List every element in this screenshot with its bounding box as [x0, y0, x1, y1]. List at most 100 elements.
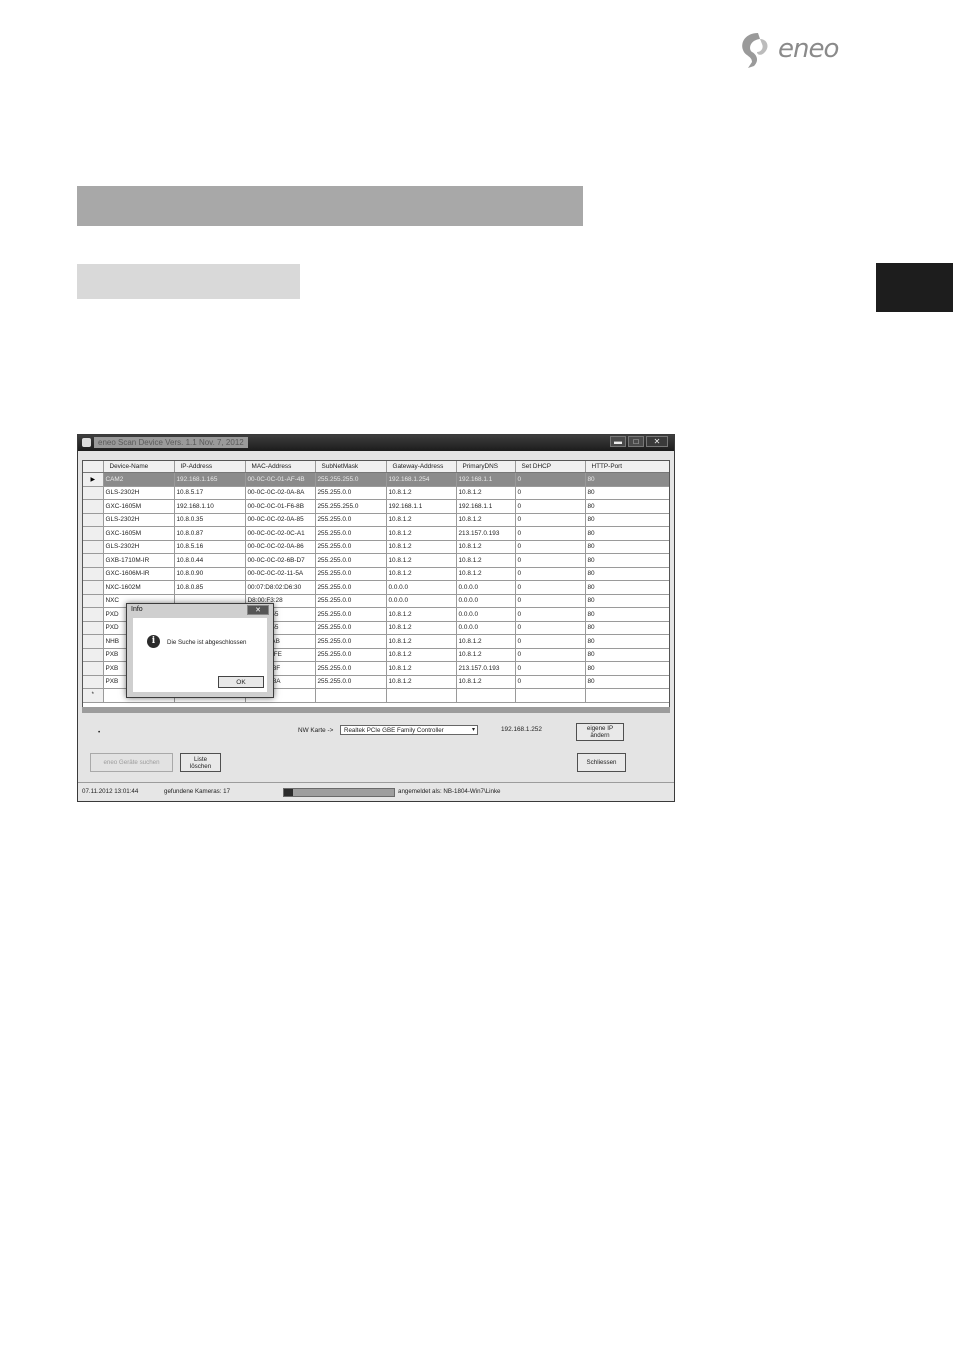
- table-cell[interactable]: 80: [585, 607, 669, 622]
- table-cell[interactable]: 0: [515, 486, 586, 500]
- dialog-ok-button[interactable]: OK: [218, 676, 264, 688]
- table-cell[interactable]: GLS-2302H: [103, 486, 175, 500]
- table-row[interactable]: GLS-2302H 10.8.0.35 00-0C-0C-02-0A-85 255.2…: [83, 513, 669, 527]
- table-cell[interactable]: 10.8.1.2: [456, 634, 516, 649]
- table-cell[interactable]: GXC-1606M-IR: [103, 567, 175, 581]
- table-cell[interactable]: 00-0C-0C-02-0C-A1: [245, 526, 316, 541]
- table-cell[interactable]: 10.8.1.2: [386, 648, 457, 662]
- table-row[interactable]: GXC-1605M 10.8.0.87 00-0C-0C-02-0C-A1 255.2…: [83, 526, 669, 541]
- table-row[interactable]: GLS-2302H 10.8.5.16 00-0C-0C-02-0A-86 255.2…: [83, 540, 669, 554]
- table-cell[interactable]: 10.8.1.2: [386, 675, 457, 689]
- table-cell[interactable]: 255.255.0.0: [315, 594, 387, 608]
- table-cell[interactable]: NXC-1602M: [103, 580, 175, 595]
- table-cell[interactable]: 80: [585, 553, 669, 568]
- dialog-close-button[interactable]: ✕: [247, 605, 269, 615]
- column-header[interactable]: IP-Address: [174, 461, 246, 473]
- table-cell[interactable]: 80: [585, 540, 669, 554]
- column-header[interactable]: Device-Name: [103, 461, 175, 473]
- table-cell[interactable]: [386, 688, 457, 703]
- table-cell[interactable]: 10.8.1.2: [386, 526, 457, 541]
- table-cell[interactable]: 10.8.1.2: [386, 540, 457, 554]
- table-cell[interactable]: 192.168.1.254: [386, 472, 457, 487]
- column-header[interactable]: SubNetMask: [315, 461, 387, 473]
- table-cell[interactable]: GLS-2302H: [103, 540, 175, 554]
- table-cell[interactable]: 10.8.0.85: [174, 580, 246, 595]
- table-cell[interactable]: 10.8.1.2: [386, 607, 457, 622]
- table-cell[interactable]: 0: [515, 661, 586, 676]
- table-cell[interactable]: 10.8.1.2: [456, 567, 516, 581]
- change-own-ip-button[interactable]: eigene IP ändern: [576, 723, 624, 741]
- table-cell[interactable]: 10.8.0.35: [174, 513, 246, 527]
- table-cell[interactable]: 00-0C-0C-02-0A-8A: [245, 486, 316, 500]
- table-cell[interactable]: 255.255.0.0: [315, 540, 387, 554]
- table-cell[interactable]: 0: [515, 580, 586, 595]
- table-row[interactable]: NXC-1602M 10.8.0.85 00:07:D8:02:D6:30 255.2…: [83, 580, 669, 595]
- row-header[interactable]: [83, 594, 104, 608]
- table-cell[interactable]: 10.8.0.90: [174, 567, 246, 581]
- table-cell[interactable]: 10.8.1.2: [456, 648, 516, 662]
- table-cell[interactable]: 80: [585, 594, 669, 608]
- table-row[interactable]: GXB-1710M-IR 10.8.0.44 00-0C-0C-02-6B-D7 25…: [83, 553, 669, 568]
- table-cell[interactable]: 10.8.1.2: [456, 486, 516, 500]
- table-cell[interactable]: 80: [585, 567, 669, 581]
- table-cell[interactable]: 10.8.1.2: [386, 513, 457, 527]
- table-cell[interactable]: 80: [585, 621, 669, 635]
- row-header[interactable]: [83, 540, 104, 554]
- table-cell[interactable]: 0: [515, 634, 586, 649]
- table-cell[interactable]: 0: [515, 675, 586, 689]
- table-cell[interactable]: 255.255.0.0: [315, 661, 387, 676]
- table-cell[interactable]: 255.255.0.0: [315, 621, 387, 635]
- table-cell[interactable]: 0.0.0.0: [456, 607, 516, 622]
- table-cell[interactable]: GXC-1605M: [103, 526, 175, 541]
- table-cell[interactable]: GXC-1605M: [103, 499, 175, 514]
- table-cell[interactable]: 255.255.0.0: [315, 486, 387, 500]
- column-header[interactable]: PrimaryDNS: [456, 461, 516, 473]
- table-cell[interactable]: 255.255.0.0: [315, 634, 387, 649]
- table-cell[interactable]: [585, 688, 669, 703]
- table-cell[interactable]: 10.8.1.2: [386, 634, 457, 649]
- table-cell[interactable]: 255.255.0.0: [315, 513, 387, 527]
- table-cell[interactable]: 0: [515, 567, 586, 581]
- row-header[interactable]: [83, 607, 104, 622]
- row-header[interactable]: [83, 526, 104, 541]
- row-header[interactable]: [83, 499, 104, 514]
- table-cell[interactable]: 255.255.0.0: [315, 526, 387, 541]
- row-header[interactable]: [83, 675, 104, 689]
- table-cell[interactable]: 00:07:D8:02:D6:30: [245, 580, 316, 595]
- table-cell[interactable]: 10.8.0.87: [174, 526, 246, 541]
- table-cell[interactable]: 0: [515, 499, 586, 514]
- table-row[interactable]: ▶ CAM2 192.168.1.165 00-0C-0C-01-AF-4B 255.2…: [83, 472, 669, 487]
- row-header[interactable]: [83, 634, 104, 649]
- table-cell[interactable]: 0: [515, 553, 586, 568]
- table-cell[interactable]: 192.168.1.1: [386, 499, 457, 514]
- table-cell[interactable]: [315, 688, 387, 703]
- column-header[interactable]: MAC-Address: [245, 461, 316, 473]
- table-cell[interactable]: 255.255.0.0: [315, 675, 387, 689]
- row-header[interactable]: [83, 648, 104, 662]
- table-cell[interactable]: 10.8.5.17: [174, 486, 246, 500]
- table-cell[interactable]: 80: [585, 634, 669, 649]
- search-devices-button[interactable]: eneo Geräte suchen: [90, 753, 173, 772]
- row-header[interactable]: [83, 621, 104, 635]
- table-cell[interactable]: 80: [585, 675, 669, 689]
- table-row[interactable]: GXC-1605M 192.168.1.10 00-0C-0C-01-F6-8B 25…: [83, 499, 669, 514]
- table-cell[interactable]: 00-0C-0C-02-0A-85: [245, 513, 316, 527]
- table-cell[interactable]: 255.255.255.0: [315, 472, 387, 487]
- row-header[interactable]: [83, 486, 104, 500]
- table-cell[interactable]: 0: [515, 621, 586, 635]
- row-header[interactable]: [83, 580, 104, 595]
- table-cell[interactable]: 255.255.0.0: [315, 553, 387, 568]
- minimize-icon[interactable]: ▬: [610, 436, 626, 447]
- maximize-icon[interactable]: □: [628, 436, 644, 447]
- row-header[interactable]: [83, 567, 104, 581]
- table-cell[interactable]: 192.168.1.1: [456, 499, 516, 514]
- row-header[interactable]: ▶: [83, 472, 104, 487]
- table-cell[interactable]: 192.168.1.1: [456, 472, 516, 487]
- table-cell[interactable]: 80: [585, 472, 669, 487]
- table-cell[interactable]: 0.0.0.0: [456, 580, 516, 595]
- table-cell[interactable]: [515, 688, 586, 703]
- column-header[interactable]: Gateway-Address: [386, 461, 457, 473]
- table-cell[interactable]: [456, 688, 516, 703]
- table-cell[interactable]: 0: [515, 526, 586, 541]
- table-cell[interactable]: 10.8.5.16: [174, 540, 246, 554]
